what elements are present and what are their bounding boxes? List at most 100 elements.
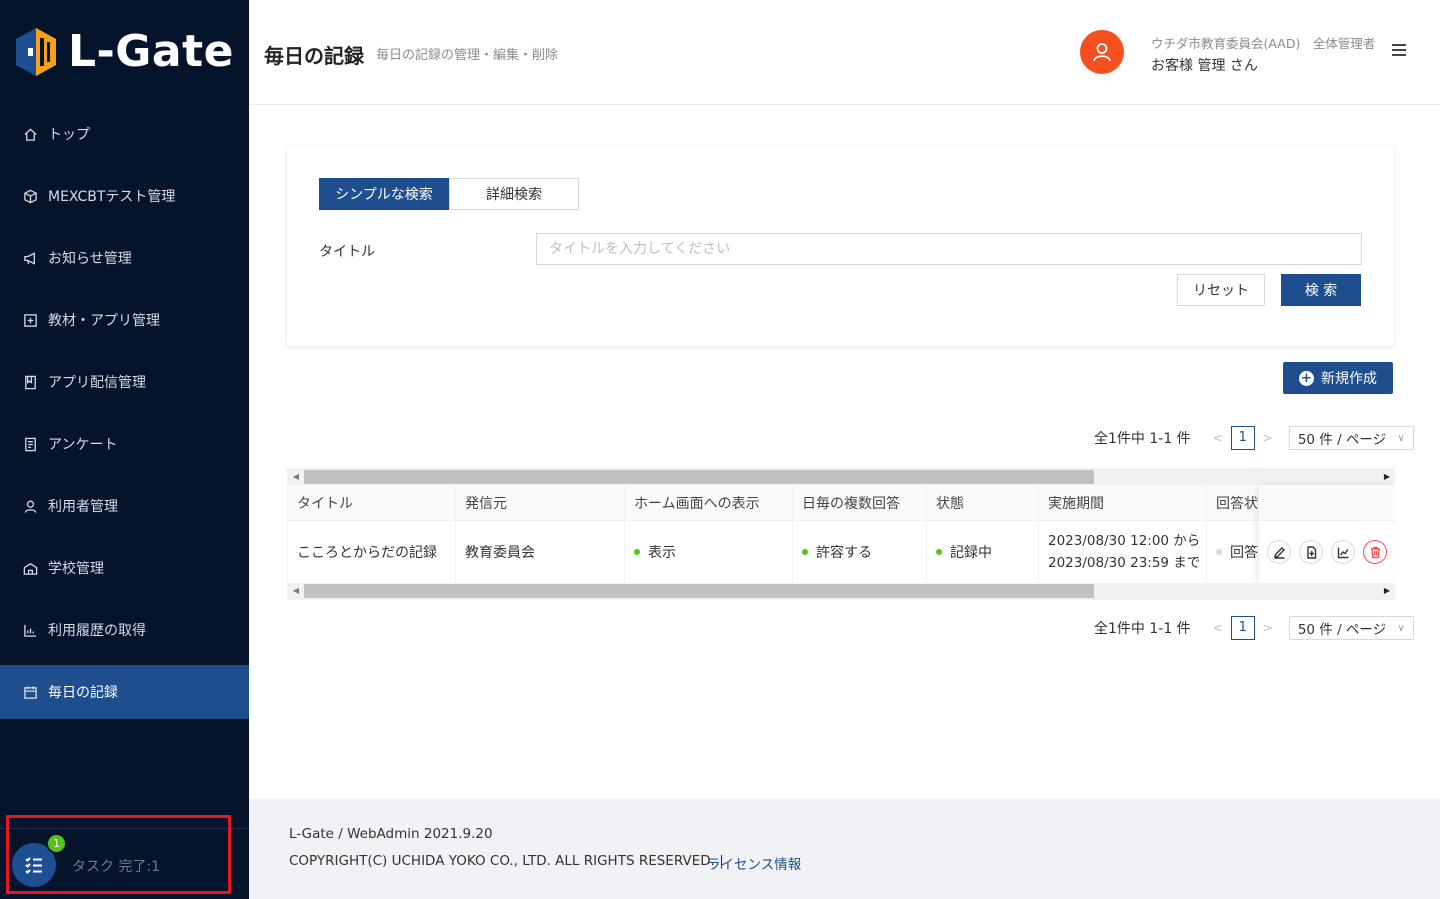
sidebar-item-notices[interactable]: お知らせ管理 [0,227,249,289]
column-header-period: 実施期間 [1039,485,1207,520]
status-dot-icon [634,549,640,555]
column-header-multi-answer: 日毎の複数回答 [793,485,927,520]
cell-period: 2023/08/30 12:00 から 2023/08/30 23:59 まで [1039,521,1207,583]
row-actions [1259,485,1395,583]
home-display-value: 表示 [648,545,676,561]
user-icon [22,498,38,514]
statistics-button[interactable] [1331,540,1355,564]
cell-source: 教育委員会 [456,521,625,583]
page-title: 毎日の記録 [264,44,364,68]
period-start: 2023/08/30 12:00 から [1048,533,1201,549]
table-scrollbar-bottom[interactable]: ◀ ▶ [288,583,1395,599]
page-size-value: 50 件 / ページ [1297,432,1387,448]
sidebar-item-top[interactable]: トップ [0,103,249,165]
create-new-label: 新規作成 [1321,371,1377,387]
edit-button[interactable] [1267,540,1291,564]
pagination-total: 全1件中 1-1 件 [1094,621,1191,637]
scrollbar-thumb[interactable] [304,584,1094,598]
scroll-left-icon[interactable]: ◀ [288,469,304,485]
pencil-icon [1273,546,1285,559]
prev-page-icon[interactable]: < [1213,431,1223,445]
cube-icon [22,188,38,204]
search-tabs: シンプルな検索 詳細検索 [319,178,579,210]
status-dot-icon [1216,549,1222,555]
calendar-icon [22,684,38,700]
sidebar-item-label: お知らせ管理 [48,251,132,267]
trash-icon [1370,546,1380,558]
logo-text: L-Gate [68,26,234,77]
search-button[interactable]: 検 索 [1281,274,1361,306]
logo-hexagon-icon [16,28,56,76]
cell-title: こころとからだの記録 [288,521,456,583]
scroll-right-icon[interactable]: ▶ [1379,469,1395,485]
sidebar-item-mexcbt[interactable]: MEXCBTテスト管理 [0,165,249,227]
pagination-top: 全1件中 1-1 件 < 1 > 50 件 / ページ ∨ [1094,426,1414,450]
organization-label: ウチダ市教育委員会(AAD) 全体管理者 [1151,36,1376,51]
hamburger-menu-icon[interactable] [1392,44,1406,58]
task-status-label: タスク 完了:1 [72,859,161,875]
sidebar-item-schools[interactable]: 学校管理 [0,537,249,599]
sidebar-item-materials[interactable]: 教材・アプリ管理 [0,289,249,351]
records-table: ◀ ▶ タイトル 発信元 ホーム画面への表示 日毎の複数回答 状態 実施期間 回… [287,468,1395,600]
sidebar: L-Gate トップ MEXCBTテスト管理 お知らせ管理 教材・アプリ管理 ア… [0,0,249,899]
column-header-source: 発信元 [456,485,625,520]
scroll-right-icon[interactable]: ▶ [1379,583,1395,599]
sidebar-item-survey[interactable]: アンケート [0,413,249,475]
scroll-left-icon[interactable]: ◀ [288,583,304,599]
tab-advanced-search[interactable]: 詳細検索 [449,178,579,210]
status-dot-icon [936,549,942,555]
avatar[interactable] [1080,30,1124,74]
next-page-icon[interactable]: > [1263,621,1273,635]
sidebar-item-label: アンケート [48,437,118,453]
column-header-title: タイトル [288,485,456,520]
page-size-select[interactable]: 50 件 / ページ ∨ [1288,426,1414,450]
user-name: お客様 管理 さん [1151,58,1258,74]
megaphone-icon [22,250,38,266]
table-header: タイトル 発信元 ホーム画面への表示 日毎の複数回答 状態 実施期間 回答状 [288,485,1395,521]
chevron-down-icon: ∨ [1397,432,1405,444]
book-icon [22,374,38,390]
task-list-icon [25,857,42,874]
page-size-value: 50 件 / ページ [1297,622,1387,638]
sidebar-item-label: アプリ配信管理 [48,375,146,391]
sidebar-item-daily-records[interactable]: 毎日の記録 [0,665,249,719]
next-page-icon[interactable]: > [1263,431,1273,445]
scrollbar-thumb[interactable] [304,470,1094,484]
user-avatar-icon [1093,43,1111,62]
create-new-button[interactable]: + 新規作成 [1283,362,1393,394]
chart-icon [22,622,38,638]
main-content: シンプルな検索 詳細検索 タイトル リセット 検 索 + 新規作成 全1件中 1… [249,106,1440,799]
pagination-bottom: 全1件中 1-1 件 < 1 > 50 件 / ページ ∨ [1094,616,1414,640]
title-search-input[interactable] [536,233,1362,265]
export-button[interactable] [1299,540,1323,564]
page-size-select[interactable]: 50 件 / ページ ∨ [1288,616,1414,640]
prev-page-icon[interactable]: < [1213,621,1223,635]
chevron-down-icon: ∨ [1397,622,1405,634]
survey-icon [22,436,38,452]
sidebar-item-label: トップ [48,127,90,143]
page-number-button[interactable]: 1 [1230,426,1255,450]
sidebar-item-users[interactable]: 利用者管理 [0,475,249,537]
copyright-text: COPYRIGHT(C) UCHIDA YOKO CO., LTD. ALL R… [289,853,724,869]
reset-button[interactable]: リセット [1177,274,1265,306]
tab-simple-search[interactable]: シンプルな検索 [319,178,449,210]
sidebar-nav: トップ MEXCBTテスト管理 お知らせ管理 教材・アプリ管理 アプリ配信管理 … [0,103,249,719]
cell-home-display: 表示 [625,521,793,583]
table-scrollbar-top[interactable]: ◀ ▶ [288,469,1395,485]
logo[interactable]: L-Gate [14,26,234,78]
plus-circle-icon: + [1299,370,1314,386]
task-count-badge: 1 [46,833,67,854]
license-link[interactable]: ライセンス情報 [707,853,801,873]
page-number-button[interactable]: 1 [1230,616,1255,640]
sidebar-item-label: 利用履歴の取得 [48,623,146,639]
sidebar-item-usage-history[interactable]: 利用履歴の取得 [0,599,249,661]
home-icon [22,126,38,142]
line-chart-icon [1337,547,1349,558]
title-field-label: タイトル [319,244,375,260]
cell-status: 記録中 [927,521,1039,583]
multi-answer-value: 許容する [816,545,872,561]
table-row: こころとからだの記録 教育委員会 表示 許容する 記録中 2023/08/30 … [288,521,1395,583]
sidebar-item-app-delivery[interactable]: アプリ配信管理 [0,351,249,413]
delete-button[interactable] [1363,540,1387,564]
sidebar-item-label: 教材・アプリ管理 [48,313,160,329]
